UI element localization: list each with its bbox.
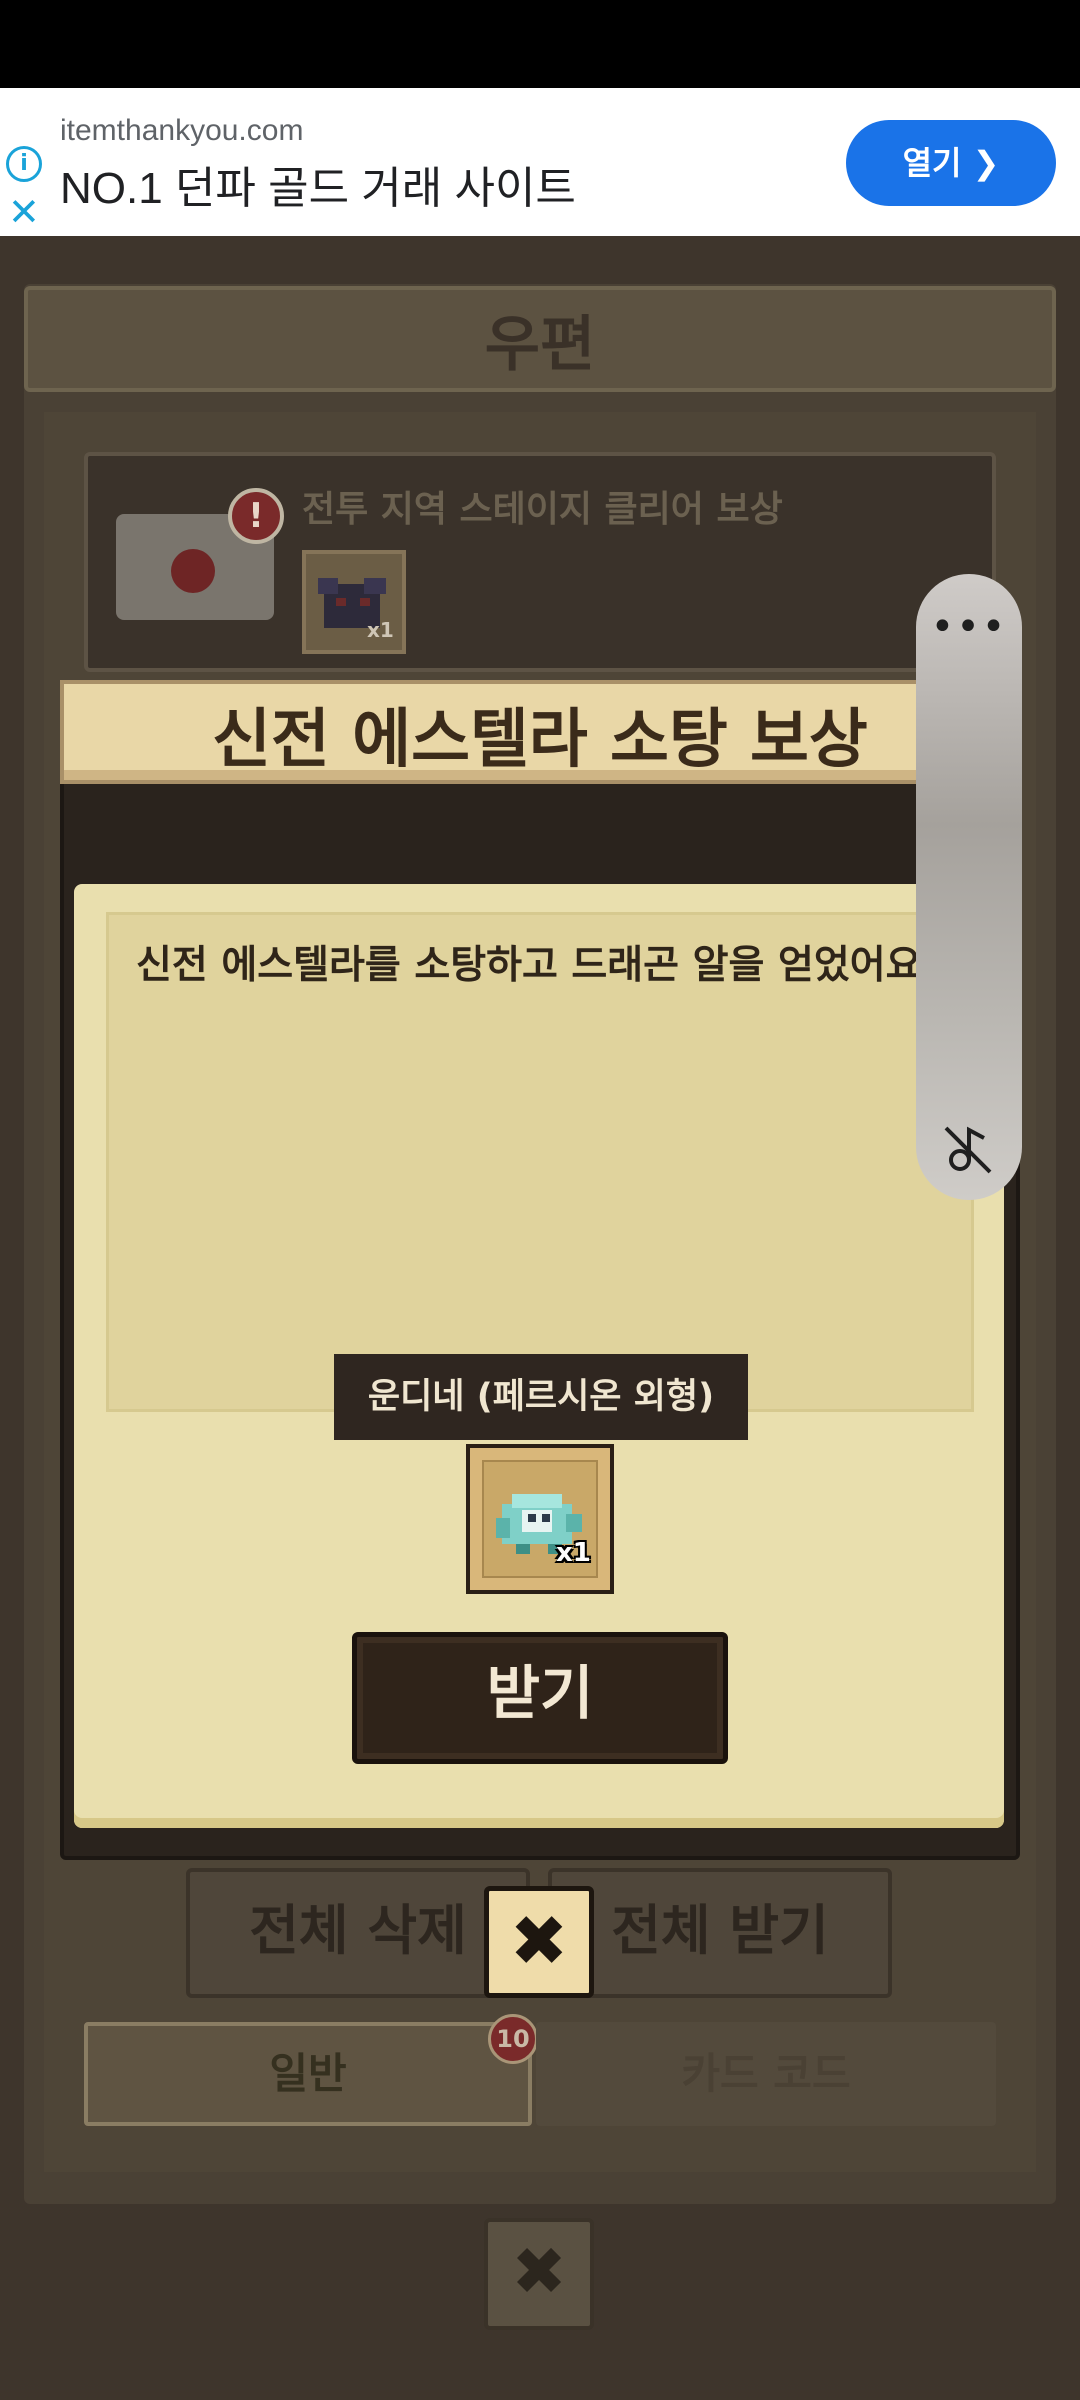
floating-side-panel[interactable] [916, 574, 1022, 1200]
info-icon[interactable]: i [6, 146, 42, 182]
ad-domain: itemthankyou.com [60, 114, 304, 147]
ad-open-button[interactable]: 열기 ❯ [846, 120, 1056, 206]
tab-normal-badge: 10 [488, 2014, 538, 2064]
mail-subject: 전투 지역 스테이지 클리어 보상 [302, 489, 783, 530]
get-all-label[interactable]: 전체 받기 [548, 1868, 892, 1994]
modal-message: 신전 에스텔라를 소탕하고 드래곤 알을 얻었어요! [136, 943, 940, 988]
panel-close-button[interactable]: ✖ [484, 2218, 594, 2330]
close-icon[interactable]: ✕ [8, 192, 40, 232]
receive-button-label[interactable]: 받기 [352, 1632, 728, 1754]
modal-close-button[interactable]: ✖ [484, 1886, 594, 1998]
ad-headline[interactable]: NO.1 던파 골드 거래 사이트 [60, 152, 576, 216]
tab-normal-label[interactable]: 일반 [84, 2022, 532, 2126]
mute-icon[interactable] [938, 1118, 998, 1178]
alert-icon: ! [228, 488, 284, 544]
reward-count: x1 [556, 1538, 591, 1568]
delete-all-label[interactable]: 전체 삭제 [186, 1868, 530, 1994]
tab-card-code-label[interactable]: 카드 코드 [536, 2022, 996, 2126]
mail-title: 우편 [484, 310, 596, 380]
wax-seal-icon [171, 549, 215, 593]
reward-name: 운디네 (페르시온 외형) [367, 1377, 715, 1417]
more-icon[interactable]: ••• [916, 604, 1022, 650]
status-bar [0, 0, 1080, 88]
mail-reward-count: x1 [367, 618, 394, 642]
modal-title: 신전 에스텔라 소탕 보상 [212, 703, 868, 777]
